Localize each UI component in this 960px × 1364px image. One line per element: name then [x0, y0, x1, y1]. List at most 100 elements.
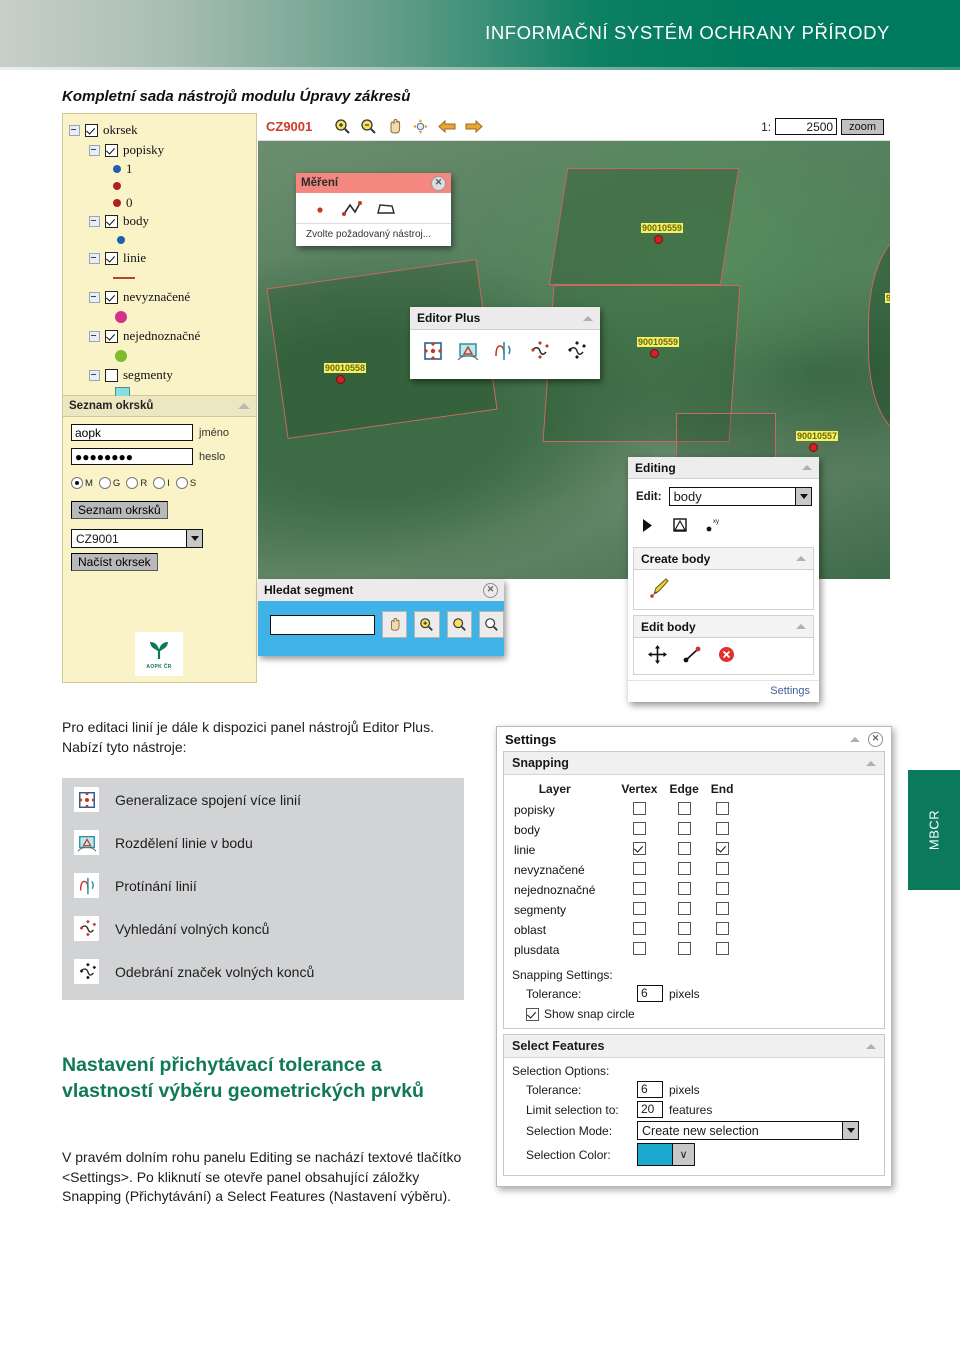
sel-tolerance-input[interactable]: 6: [637, 1081, 663, 1098]
zoom-extent-icon[interactable]: [412, 118, 429, 135]
vertex-checkbox[interactable]: [632, 902, 646, 915]
end-checkbox[interactable]: [715, 822, 729, 835]
layer-node-nevyznacene[interactable]: nevyznačené: [89, 287, 256, 307]
radio-m[interactable]: M: [71, 477, 93, 489]
edge-checkbox[interactable]: [677, 942, 691, 955]
snap-tolerance-input[interactable]: 6: [637, 985, 663, 1002]
edge-checkbox[interactable]: [677, 822, 691, 835]
layer-node-popisky[interactable]: popisky: [89, 140, 256, 160]
end-checkbox[interactable]: [715, 802, 729, 815]
radio-g[interactable]: G: [98, 477, 120, 489]
end-checkbox[interactable]: [715, 922, 729, 935]
selection-color-swatch[interactable]: ∨: [637, 1143, 695, 1166]
collapse-icon[interactable]: [796, 556, 806, 561]
side-tab-mbcr[interactable]: MBCR: [908, 770, 960, 890]
close-icon[interactable]: ✕: [431, 175, 446, 191]
chevron-down-icon[interactable]: [795, 488, 811, 505]
selection-mode-select[interactable]: Create new selection: [637, 1121, 859, 1140]
scale-input[interactable]: 2500: [775, 118, 838, 135]
limit-selection-input[interactable]: 20: [637, 1101, 663, 1118]
zoom-button[interactable]: zoom: [841, 118, 884, 135]
vertex-checkbox[interactable]: [632, 882, 646, 895]
find-free-ends-icon[interactable]: [527, 339, 551, 363]
layer-checkbox[interactable]: [105, 214, 118, 228]
vertex-checkbox[interactable]: [632, 822, 646, 835]
pan-hand-icon[interactable]: [382, 611, 408, 638]
chevron-down-icon[interactable]: [186, 530, 202, 547]
collapse-icon[interactable]: [866, 760, 876, 766]
radio-r[interactable]: R: [126, 477, 147, 489]
zoom-full-icon[interactable]: [478, 611, 504, 638]
edit-layer-select[interactable]: body: [668, 487, 812, 506]
expander-icon[interactable]: [89, 330, 100, 342]
segment-search-input[interactable]: [270, 614, 375, 635]
end-checkbox[interactable]: [715, 882, 729, 895]
zoom-out-icon[interactable]: [360, 118, 377, 135]
delete-icon[interactable]: [717, 645, 736, 664]
show-snap-circle-row[interactable]: Show snap circle: [504, 1002, 884, 1028]
area-measure-icon[interactable]: [376, 201, 396, 217]
radio-icon[interactable]: [153, 477, 166, 489]
vertex-checkbox[interactable]: [632, 942, 646, 955]
layer-node-body[interactable]: body: [89, 211, 256, 231]
generalize-icon[interactable]: [422, 340, 444, 362]
radio-icon[interactable]: [126, 477, 139, 489]
point-measure-icon[interactable]: [312, 201, 328, 217]
expander-icon[interactable]: [69, 124, 80, 136]
list-districts-button[interactable]: Seznam okrsků: [71, 501, 168, 519]
end-checkbox[interactable]: [715, 902, 729, 915]
password-input[interactable]: [71, 448, 193, 465]
settings-link[interactable]: Settings: [628, 680, 819, 702]
end-checkbox[interactable]: [715, 942, 729, 955]
forward-arrow-icon[interactable]: [465, 119, 483, 134]
split-line-icon[interactable]: [457, 340, 479, 362]
back-arrow-icon[interactable]: [438, 119, 456, 134]
layer-checkbox[interactable]: [105, 368, 118, 382]
edge-checkbox[interactable]: [677, 862, 691, 875]
radio-icon[interactable]: [175, 477, 188, 489]
chevron-down-icon[interactable]: [842, 1122, 858, 1139]
select-arrow-icon[interactable]: [640, 518, 655, 533]
zoom-in-icon[interactable]: [334, 118, 351, 135]
layer-checkbox[interactable]: [85, 123, 98, 137]
expander-icon[interactable]: [89, 215, 100, 227]
layer-checkbox[interactable]: [105, 251, 118, 265]
move-icon[interactable]: [648, 645, 667, 664]
layer-checkbox[interactable]: [105, 143, 118, 157]
radio-s[interactable]: S: [175, 477, 196, 489]
layer-node-nejednoznacne[interactable]: nejednoznačné: [89, 326, 256, 346]
expander-icon[interactable]: [89, 291, 100, 303]
collapse-icon[interactable]: [850, 736, 860, 742]
collapse-icon[interactable]: [802, 465, 812, 470]
pan-hand-icon[interactable]: [386, 118, 403, 135]
district-select[interactable]: CZ9001: [71, 529, 203, 548]
collapse-icon[interactable]: [583, 315, 593, 321]
edge-checkbox[interactable]: [677, 882, 691, 895]
layer-node-okrsek[interactable]: okrsek: [69, 120, 256, 140]
line-measure-icon[interactable]: [342, 201, 362, 217]
end-checkbox[interactable]: [715, 842, 729, 855]
vertex-checkbox[interactable]: [632, 842, 646, 855]
radio-icon[interactable]: [98, 477, 111, 489]
intersect-lines-icon[interactable]: [492, 340, 514, 362]
radio-i[interactable]: I: [153, 477, 170, 489]
collapse-icon[interactable]: [866, 1043, 876, 1049]
expander-icon[interactable]: [89, 369, 100, 381]
layer-checkbox[interactable]: [105, 329, 118, 343]
vertex-checkbox[interactable]: [632, 862, 646, 875]
collapse-icon[interactable]: [796, 624, 806, 629]
edge-checkbox[interactable]: [677, 922, 691, 935]
expander-icon[interactable]: [89, 252, 100, 264]
collapse-icon[interactable]: [238, 403, 250, 409]
show-snap-circle-checkbox[interactable]: [526, 1007, 539, 1021]
select-rect-icon[interactable]: [672, 517, 688, 533]
close-icon[interactable]: ✕: [868, 731, 883, 747]
layer-checkbox[interactable]: [105, 290, 118, 304]
layer-node-segmenty[interactable]: segmenty: [89, 365, 256, 385]
username-input[interactable]: [71, 424, 193, 441]
radio-icon[interactable]: [71, 477, 83, 489]
pencil-icon[interactable]: [648, 577, 670, 599]
end-checkbox[interactable]: [715, 862, 729, 875]
layer-node-linie[interactable]: linie: [89, 248, 256, 268]
close-icon[interactable]: ✕: [483, 582, 498, 598]
